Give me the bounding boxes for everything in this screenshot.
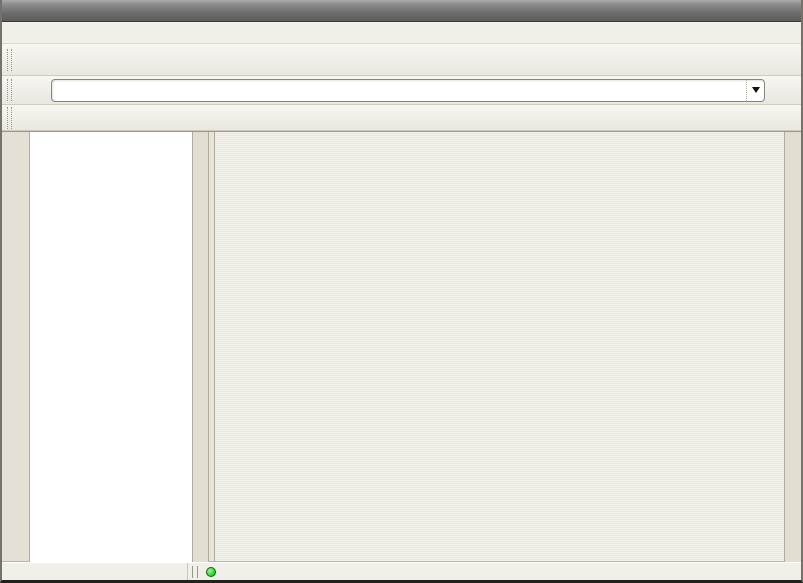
statusbar-grip[interactable] <box>192 566 198 578</box>
toolbar-handle[interactable] <box>7 49 12 71</box>
folder-tree <box>30 132 193 562</box>
checkmark-icon[interactable] <box>780 565 794 579</box>
tree-scrollbar[interactable] <box>193 132 209 562</box>
window-buttons <box>746 3 797 18</box>
navigation-panel-tabs <box>2 132 30 562</box>
statusbar-spacer <box>2 563 188 580</box>
sticky-button[interactable] <box>28 4 42 18</box>
konqueror-window <box>0 0 803 583</box>
location-toolbar <box>2 76 801 105</box>
go-button[interactable] <box>772 78 796 102</box>
folder-view <box>215 132 784 562</box>
chevron-down-icon <box>752 87 760 93</box>
folder-icon <box>57 83 73 97</box>
location-dropdown-button[interactable] <box>746 80 764 101</box>
folder-grid <box>215 132 784 135</box>
status-led-icon <box>206 567 216 577</box>
minimize-button[interactable] <box>746 3 761 18</box>
maximize-button[interactable] <box>764 3 779 18</box>
menubar <box>2 22 801 44</box>
toolbar-handle[interactable] <box>7 107 12 129</box>
clear-location-button[interactable] <box>17 78 41 102</box>
bookmarks-toolbar <box>2 105 801 131</box>
close-button[interactable] <box>782 3 797 18</box>
location-input[interactable] <box>51 79 765 102</box>
titlebar[interactable] <box>2 0 801 22</box>
toolbar-handle[interactable] <box>7 79 12 101</box>
main-toolbar <box>2 44 801 76</box>
content-area <box>2 131 801 562</box>
statusbar <box>2 562 801 580</box>
view-scrollbar[interactable] <box>784 132 801 562</box>
window-folder-icon[interactable] <box>6 3 24 19</box>
